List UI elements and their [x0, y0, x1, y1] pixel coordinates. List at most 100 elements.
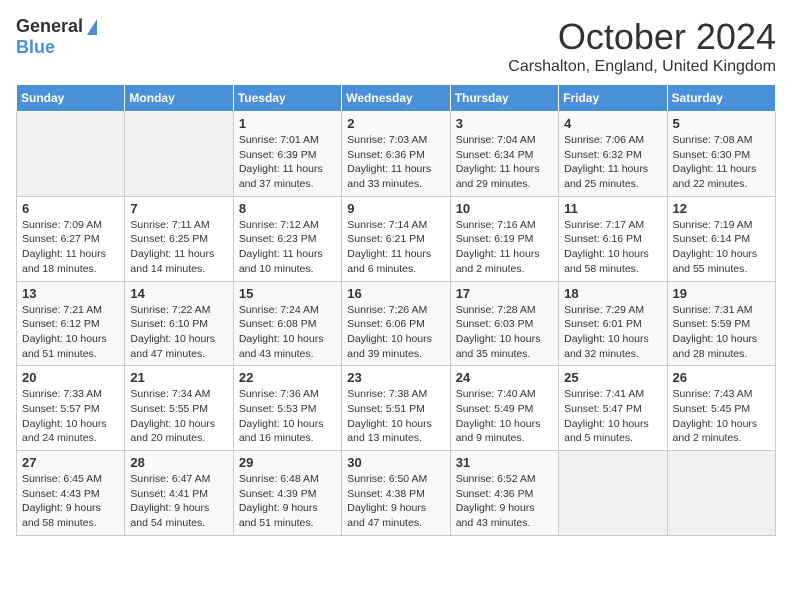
weekday-header-monday: Monday	[125, 85, 233, 112]
day-info: Sunrise: 7:12 AMSunset: 6:23 PMDaylight:…	[239, 218, 336, 277]
weekday-header-tuesday: Tuesday	[233, 85, 341, 112]
calendar-cell: 27 Sunrise: 6:45 AMSunset: 4:43 PMDayligh…	[17, 451, 125, 536]
calendar-cell: 31 Sunrise: 6:52 AMSunset: 4:36 PMDayligh…	[450, 451, 558, 536]
calendar-cell	[17, 112, 125, 197]
calendar-cell: 30 Sunrise: 6:50 AMSunset: 4:38 PMDayligh…	[342, 451, 450, 536]
day-number: 28	[130, 455, 227, 470]
calendar-cell: 25 Sunrise: 7:41 AMSunset: 5:47 PMDayligh…	[559, 366, 667, 451]
day-number: 25	[564, 370, 661, 385]
day-number: 19	[673, 286, 770, 301]
day-number: 30	[347, 455, 444, 470]
month-title: October 2024	[508, 16, 776, 58]
day-info: Sunrise: 7:04 AMSunset: 6:34 PMDaylight:…	[456, 133, 553, 192]
day-number: 27	[22, 455, 119, 470]
calendar-cell: 11Sunrise: 7:17 AMSunset: 6:16 PMDayligh…	[559, 196, 667, 281]
page-header: General Blue October 2024 Carshalton, En…	[16, 16, 776, 76]
day-info: Sunrise: 7:43 AMSunset: 5:45 PMDaylight:…	[673, 387, 770, 446]
logo-triangle-icon	[87, 19, 97, 35]
calendar-cell: 6 Sunrise: 7:09 AMSunset: 6:27 PMDaylight…	[17, 196, 125, 281]
day-info: Sunrise: 7:08 AMSunset: 6:30 PMDaylight:…	[673, 133, 770, 192]
day-info: Sunrise: 7:38 AMSunset: 5:51 PMDaylight:…	[347, 387, 444, 446]
day-number: 20	[22, 370, 119, 385]
day-number: 15	[239, 286, 336, 301]
weekday-header-friday: Friday	[559, 85, 667, 112]
day-number: 3	[456, 116, 553, 131]
day-number: 17	[456, 286, 553, 301]
weekday-header-saturday: Saturday	[667, 85, 775, 112]
day-info: Sunrise: 6:45 AMSunset: 4:43 PMDaylight:…	[22, 472, 119, 531]
title-section: October 2024 Carshalton, England, United…	[508, 16, 776, 76]
day-info: Sunrise: 7:26 AMSunset: 6:06 PMDaylight:…	[347, 303, 444, 362]
location-subtitle: Carshalton, England, United Kingdom	[508, 58, 776, 76]
calendar-cell: 23 Sunrise: 7:38 AMSunset: 5:51 PMDayligh…	[342, 366, 450, 451]
calendar-cell	[667, 451, 775, 536]
calendar-cell: 1Sunrise: 7:01 AMSunset: 6:39 PMDaylight…	[233, 112, 341, 197]
day-number: 13	[22, 286, 119, 301]
day-info: Sunrise: 7:14 AMSunset: 6:21 PMDaylight:…	[347, 218, 444, 277]
calendar-cell: 16 Sunrise: 7:26 AMSunset: 6:06 PMDayligh…	[342, 281, 450, 366]
day-info: Sunrise: 7:41 AMSunset: 5:47 PMDaylight:…	[564, 387, 661, 446]
day-number: 1	[239, 116, 336, 131]
calendar-week-row: 20 Sunrise: 7:33 AMSunset: 5:57 PMDayligh…	[17, 366, 776, 451]
calendar-cell: 7Sunrise: 7:11 AMSunset: 6:25 PMDaylight…	[125, 196, 233, 281]
calendar-cell: 3 Sunrise: 7:04 AMSunset: 6:34 PMDaylight…	[450, 112, 558, 197]
day-number: 21	[130, 370, 227, 385]
day-info: Sunrise: 7:19 AMSunset: 6:14 PMDaylight:…	[673, 218, 770, 277]
day-number: 31	[456, 455, 553, 470]
day-number: 18	[564, 286, 661, 301]
calendar-cell: 5 Sunrise: 7:08 AMSunset: 6:30 PMDaylight…	[667, 112, 775, 197]
calendar-week-row: 1Sunrise: 7:01 AMSunset: 6:39 PMDaylight…	[17, 112, 776, 197]
day-info: Sunrise: 6:52 AMSunset: 4:36 PMDaylight:…	[456, 472, 553, 531]
day-number: 5	[673, 116, 770, 131]
day-number: 11	[564, 201, 661, 216]
day-number: 4	[564, 116, 661, 131]
day-info: Sunrise: 7:11 AMSunset: 6:25 PMDaylight:…	[130, 218, 227, 277]
day-info: Sunrise: 7:36 AMSunset: 5:53 PMDaylight:…	[239, 387, 336, 446]
day-info: Sunrise: 7:40 AMSunset: 5:49 PMDaylight:…	[456, 387, 553, 446]
weekday-header-thursday: Thursday	[450, 85, 558, 112]
calendar-cell: 8 Sunrise: 7:12 AMSunset: 6:23 PMDaylight…	[233, 196, 341, 281]
day-info: Sunrise: 7:22 AMSunset: 6:10 PMDaylight:…	[130, 303, 227, 362]
day-number: 26	[673, 370, 770, 385]
logo: General Blue	[16, 16, 97, 58]
day-info: Sunrise: 6:47 AMSunset: 4:41 PMDaylight:…	[130, 472, 227, 531]
day-number: 10	[456, 201, 553, 216]
day-info: Sunrise: 7:33 AMSunset: 5:57 PMDaylight:…	[22, 387, 119, 446]
calendar-cell: 18 Sunrise: 7:29 AMSunset: 6:01 PMDayligh…	[559, 281, 667, 366]
day-info: Sunrise: 7:24 AMSunset: 6:08 PMDaylight:…	[239, 303, 336, 362]
day-info: Sunrise: 6:50 AMSunset: 4:38 PMDaylight:…	[347, 472, 444, 531]
weekday-header-row: SundayMondayTuesdayWednesdayThursdayFrid…	[17, 85, 776, 112]
calendar-cell	[559, 451, 667, 536]
day-info: Sunrise: 7:31 AMSunset: 5:59 PMDaylight:…	[673, 303, 770, 362]
calendar-cell: 17Sunrise: 7:28 AMSunset: 6:03 PMDayligh…	[450, 281, 558, 366]
calendar-cell: 4 Sunrise: 7:06 AMSunset: 6:32 PMDaylight…	[559, 112, 667, 197]
weekday-header-wednesday: Wednesday	[342, 85, 450, 112]
calendar-cell: 10 Sunrise: 7:16 AMSunset: 6:19 PMDayligh…	[450, 196, 558, 281]
calendar-body: 1Sunrise: 7:01 AMSunset: 6:39 PMDaylight…	[17, 112, 776, 536]
calendar-header: SundayMondayTuesdayWednesdayThursdayFrid…	[17, 85, 776, 112]
calendar-cell: 13 Sunrise: 7:21 AMSunset: 6:12 PMDayligh…	[17, 281, 125, 366]
day-info: Sunrise: 7:21 AMSunset: 6:12 PMDaylight:…	[22, 303, 119, 362]
day-number: 12	[673, 201, 770, 216]
weekday-header-sunday: Sunday	[17, 85, 125, 112]
day-number: 16	[347, 286, 444, 301]
day-number: 14	[130, 286, 227, 301]
day-number: 8	[239, 201, 336, 216]
calendar-week-row: 27 Sunrise: 6:45 AMSunset: 4:43 PMDayligh…	[17, 451, 776, 536]
calendar-cell: 29Sunrise: 6:48 AMSunset: 4:39 PMDayligh…	[233, 451, 341, 536]
day-info: Sunrise: 7:16 AMSunset: 6:19 PMDaylight:…	[456, 218, 553, 277]
day-number: 6	[22, 201, 119, 216]
calendar-cell: 21Sunrise: 7:34 AMSunset: 5:55 PMDayligh…	[125, 366, 233, 451]
day-info: Sunrise: 6:48 AMSunset: 4:39 PMDaylight:…	[239, 472, 336, 531]
calendar-cell: 15 Sunrise: 7:24 AMSunset: 6:08 PMDayligh…	[233, 281, 341, 366]
logo-blue-text: Blue	[16, 37, 55, 58]
day-info: Sunrise: 7:29 AMSunset: 6:01 PMDaylight:…	[564, 303, 661, 362]
day-info: Sunrise: 7:06 AMSunset: 6:32 PMDaylight:…	[564, 133, 661, 192]
day-number: 23	[347, 370, 444, 385]
calendar-cell: 2Sunrise: 7:03 AMSunset: 6:36 PMDaylight…	[342, 112, 450, 197]
calendar-cell: 19 Sunrise: 7:31 AMSunset: 5:59 PMDayligh…	[667, 281, 775, 366]
day-info: Sunrise: 7:09 AMSunset: 6:27 PMDaylight:…	[22, 218, 119, 277]
day-number: 9	[347, 201, 444, 216]
calendar-cell: 9 Sunrise: 7:14 AMSunset: 6:21 PMDaylight…	[342, 196, 450, 281]
calendar-week-row: 6 Sunrise: 7:09 AMSunset: 6:27 PMDaylight…	[17, 196, 776, 281]
